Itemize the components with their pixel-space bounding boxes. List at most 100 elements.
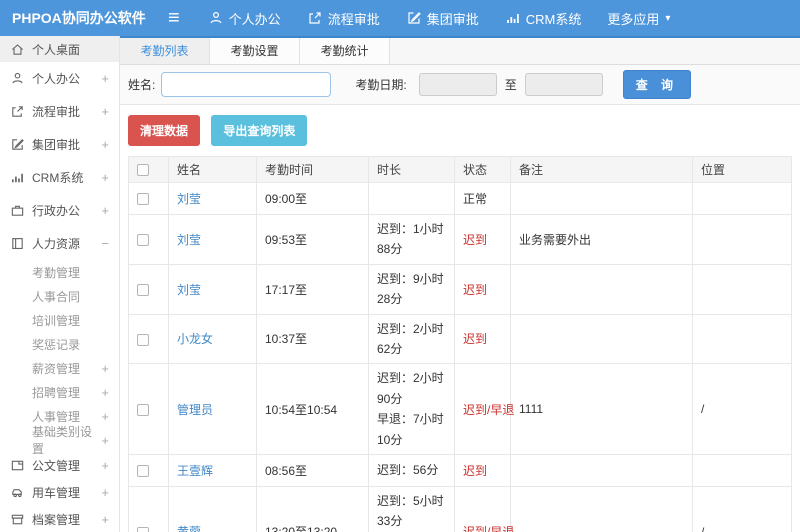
column-header-考勤时间: 考勤时间 — [256, 156, 369, 183]
sidebar-subitem-考勤管理[interactable]: 考勤管理 — [0, 260, 119, 284]
date-from-input[interactable] — [418, 73, 497, 96]
sidebar-item-label: 公文管理 — [32, 459, 81, 473]
time-cell: 08:56至 — [256, 453, 369, 487]
expand-plus-icon[interactable]: + — [101, 433, 109, 448]
location-cell — [692, 214, 792, 265]
date-to-input[interactable] — [524, 73, 603, 96]
sidebar-subitem-基础类别设置[interactable]: 基础类别设置 + — [0, 425, 119, 456]
status-cell: 迟到 — [454, 214, 511, 265]
status-cell: 迟到/早退 — [454, 485, 514, 532]
share-icon — [307, 10, 323, 26]
expand-plus-icon[interactable]: + — [101, 385, 109, 400]
table-row: 刘莹 09:00至 正常 — [128, 182, 792, 215]
search-button[interactable]: 查 询 — [622, 70, 692, 99]
sidebar-item-CRM系统[interactable]: CRM系统 + — [0, 161, 119, 194]
expand-plus-icon[interactable]: + — [101, 203, 109, 218]
sidebar-item-个人桌面[interactable]: 个人桌面 — [0, 36, 119, 62]
clean-data-button[interactable]: 清理数据 — [128, 115, 201, 146]
sidebar-subitem-培训管理[interactable]: 培训管理 — [0, 308, 119, 332]
page-layout: 个人桌面 个人办公 + 流程审批 + 集团审批 + CRM系统 + 行政办公 + 人力资源 − 考勤管理人… — [0, 36, 800, 532]
chart-icon — [505, 10, 521, 26]
topnav-item-更多应用[interactable]: 更多应用 ▾ — [607, 9, 670, 28]
sidebar-subitem-人事合同[interactable]: 人事合同 — [0, 284, 119, 308]
sidebar-item-流程审批[interactable]: 流程审批 + — [0, 95, 119, 128]
duration-line: 迟到：5小时33分 — [377, 493, 444, 529]
sidebar-item-label: 个人办公 — [32, 72, 81, 86]
expand-plus-icon[interactable]: + — [101, 361, 109, 376]
checkbox-cell — [128, 182, 169, 215]
row-checkbox[interactable] — [137, 333, 149, 346]
name-cell: 管理员 — [168, 363, 257, 455]
duration-line: 早退：7小时10分 — [377, 412, 444, 447]
sidebar-item-label: 流程审批 — [32, 105, 81, 119]
row-checkbox[interactable] — [137, 284, 149, 296]
tab-attendance-list[interactable]: 考勤列表 — [120, 38, 210, 64]
name-cell: 刘莹 — [168, 214, 257, 265]
sidebar-item-label: 人力资源 — [32, 237, 81, 251]
checkbox-cell — [128, 453, 169, 487]
employee-name-link[interactable]: 黄蓉 — [177, 525, 201, 532]
time-cell: 10:37至 — [256, 313, 369, 365]
checkbox-cell — [128, 485, 169, 532]
topnav-label: 更多应用 — [607, 11, 660, 27]
row-checkbox[interactable] — [137, 234, 149, 247]
topnav-item-个人办公[interactable]: 个人办公 — [208, 9, 281, 28]
app-logo: PHPOA协同办公软件 — [12, 10, 146, 26]
topnav-item-CRM系统[interactable]: CRM系统 — [505, 9, 581, 28]
row-checkbox[interactable] — [137, 465, 149, 478]
expand-plus-icon[interactable]: + — [101, 104, 109, 119]
sidebar-subitem-薪资管理[interactable]: 薪资管理 + — [0, 356, 119, 380]
row-checkbox[interactable] — [137, 526, 149, 532]
tab-attendance-settings[interactable]: 考勤设置 — [210, 38, 300, 64]
sidebar-item-行政办公[interactable]: 行政办公 + — [0, 194, 119, 227]
status-cell: 迟到 — [454, 453, 511, 487]
employee-name-link[interactable]: 刘莹 — [177, 233, 201, 247]
sidebar-subitem-招聘管理[interactable]: 招聘管理 + — [0, 380, 119, 404]
edit-icon — [10, 137, 25, 152]
row-checkbox[interactable] — [137, 193, 149, 206]
expand-plus-icon[interactable]: + — [101, 458, 109, 473]
row-checkbox[interactable] — [137, 403, 149, 416]
note-cell: 1111 — [510, 363, 693, 455]
status-cell: 正常 — [454, 182, 511, 215]
checkbox-header-cell — [128, 156, 169, 183]
date-filter-label: 考勤日期: — [355, 78, 407, 92]
menu-toggle-icon[interactable]: ≡ — [158, 0, 190, 36]
sidebar-item-档案管理[interactable]: 档案管理 + — [0, 506, 119, 532]
sidebar-subitem-奖惩记录[interactable]: 奖惩记录 — [0, 332, 119, 356]
status-badge: 迟到 — [463, 332, 488, 347]
sidebar-item-集团审批[interactable]: 集团审批 + — [0, 128, 119, 161]
sidebar-item-label: 考勤管理 — [32, 265, 81, 280]
select-all-checkbox[interactable] — [137, 164, 149, 177]
briefcase-icon — [10, 203, 25, 218]
attendance-table: 姓名 考勤时间 时长 状态 备注 位置 刘莹 09:00至 正常 刘莹 09:53至 迟到：1小时8… — [128, 156, 792, 532]
employee-name-link[interactable]: 王壹辉 — [177, 464, 213, 478]
expand-plus-icon[interactable]: + — [101, 409, 109, 424]
expand-plus-icon[interactable]: + — [101, 137, 109, 152]
employee-name-link[interactable]: 刘莹 — [177, 283, 201, 297]
sidebar-item-用车管理[interactable]: 用车管理 + — [0, 479, 119, 506]
expand-plus-icon[interactable]: + — [101, 170, 109, 185]
expand-plus-icon[interactable]: + — [101, 512, 109, 527]
checkbox-cell — [128, 363, 169, 455]
time-cell: 17:17至 — [256, 263, 369, 315]
expand-plus-icon[interactable]: + — [101, 71, 109, 86]
export-list-button[interactable]: 导出查询列表 — [211, 115, 308, 146]
collapse-minus-icon[interactable]: − — [101, 236, 109, 251]
duration-line: 迟到：1小时88分 — [377, 222, 444, 257]
sidebar: 个人桌面 个人办公 + 流程审批 + 集团审批 + CRM系统 + 行政办公 + 人力资源 − 考勤管理人… — [0, 36, 120, 532]
expand-plus-icon[interactable]: + — [101, 485, 109, 500]
employee-name-link[interactable]: 管理员 — [177, 403, 213, 417]
name-filter-input[interactable] — [161, 72, 332, 97]
topnav-item-流程审批[interactable]: 流程审批 — [307, 9, 380, 28]
sidebar-item-个人办公[interactable]: 个人办公 + — [0, 62, 119, 95]
topnav-label: 个人办公 — [228, 11, 281, 27]
employee-name-link[interactable]: 小龙女 — [177, 332, 213, 346]
topnav-item-集团审批[interactable]: 集团审批 — [406, 9, 479, 28]
user-icon — [208, 10, 224, 26]
employee-name-link[interactable]: 刘莹 — [177, 192, 201, 206]
tab-attendance-stats[interactable]: 考勤统计 — [300, 38, 390, 64]
sidebar-item-label: 奖惩记录 — [32, 337, 81, 352]
sidebar-item-人力资源[interactable]: 人力资源 − — [0, 227, 119, 260]
car-icon — [10, 485, 25, 500]
